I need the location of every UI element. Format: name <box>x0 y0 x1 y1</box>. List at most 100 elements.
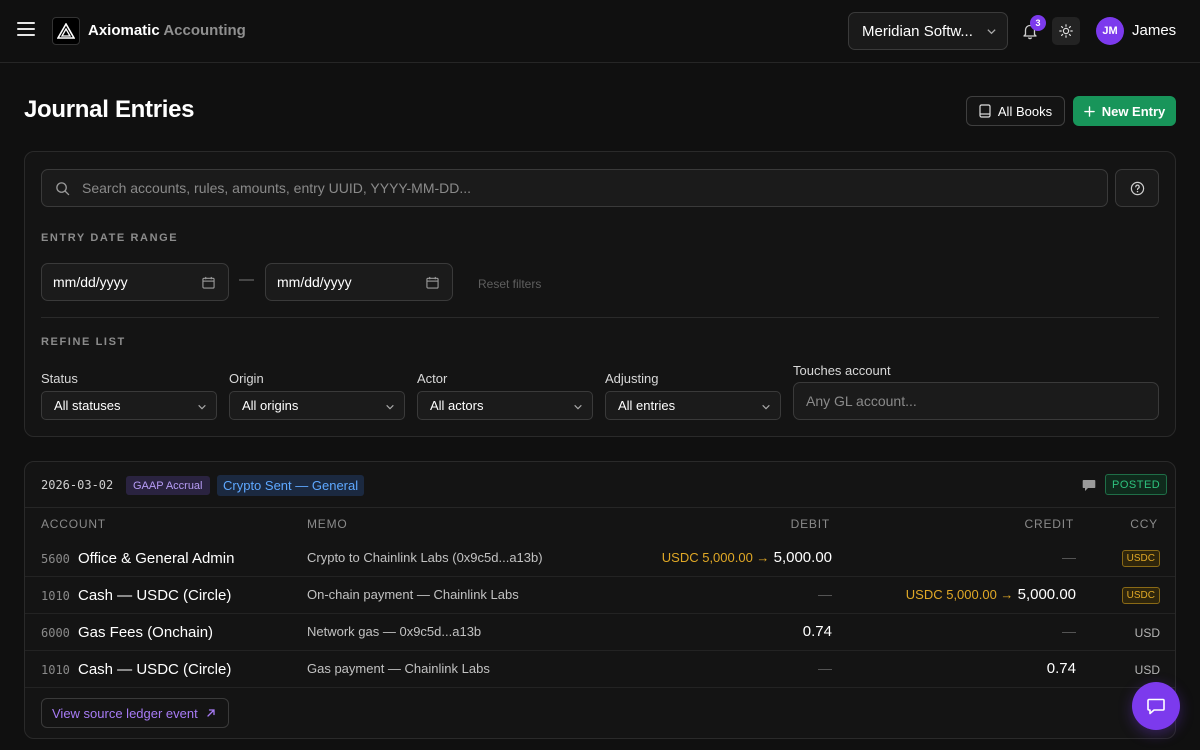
search-input[interactable] <box>82 170 1102 206</box>
chat-button[interactable] <box>1132 682 1180 730</box>
debit-amount: — <box>818 586 832 602</box>
plus-icon <box>1083 105 1095 117</box>
origin-filter-select[interactable]: All origins <box>229 391 405 420</box>
entry-date: 2026-03-02 <box>41 478 114 492</box>
account-name[interactable]: Gas Fees (Onchain) <box>78 624 213 641</box>
adjusting-filter-select[interactable]: All entries <box>605 391 781 420</box>
all-books-label: All Books <box>997 103 1053 119</box>
calendar-icon[interactable] <box>202 276 215 289</box>
actor-filter-label: Actor <box>417 371 448 386</box>
touches-account-input[interactable] <box>794 383 1158 419</box>
table-row[interactable]: 5600 Office & General Admin Crypto to Ch… <box>25 540 1175 577</box>
arrow-up-right-icon <box>207 709 215 717</box>
brand-name: Axiomatic Accounting <box>88 22 246 39</box>
touches-account-box[interactable] <box>793 382 1159 420</box>
chevron-down-icon <box>574 404 582 410</box>
chevron-down-icon <box>198 404 206 410</box>
debit-amount: 0.74 <box>802 623 832 640</box>
reset-filters-button[interactable]: Reset filters <box>478 277 541 291</box>
table-row[interactable]: 1010 Cash — USDC (Circle) On-chain payme… <box>25 577 1175 614</box>
account-code: 5600 <box>41 552 70 566</box>
date-to-input[interactable]: mm/dd/yyyy <box>265 263 453 301</box>
credit-amount: 0.74 <box>1046 660 1076 677</box>
refine-list-label: REFINE LIST <box>41 336 126 348</box>
date-to-value: mm/dd/yyyy <box>277 274 352 290</box>
avatar[interactable]: JM <box>1096 17 1124 45</box>
filter-panel: ENTRY DATE RANGE mm/dd/yyyy — mm/dd/yyyy… <box>24 151 1176 437</box>
currency-code: USD <box>1134 626 1160 640</box>
entry-tag-badge: GAAP Accrual <box>126 476 210 495</box>
new-entry-button[interactable]: New Entry <box>1073 96 1176 126</box>
memo-text: On-chain payment — Chainlink Labs <box>307 587 519 602</box>
column-header-memo: MEMO <box>307 517 348 531</box>
status-filter-value: All statuses <box>54 398 121 413</box>
brand-sub: Accounting <box>163 22 246 39</box>
view-source-ledger-event-button[interactable]: View source ledger event <box>41 698 229 728</box>
debit-amount: USDC 5,000.00 → 5,000.00 <box>662 549 832 566</box>
credit-amount: — <box>1062 623 1076 639</box>
new-entry-label: New Entry <box>1101 103 1166 119</box>
credit-fx-amount: USDC 5,000.00 → <box>905 587 1014 602</box>
comment-icon[interactable] <box>1082 479 1096 492</box>
account-name[interactable]: Cash — USDC (Circle) <box>78 661 231 678</box>
currency-badge: USDC <box>1121 550 1160 567</box>
table-row[interactable]: 1010 Cash — USDC (Circle) Gas payment — … <box>25 651 1175 688</box>
journal-entry-card: 2026-03-02 GAAP Accrual Crypto Sent — Ge… <box>24 461 1176 739</box>
credit-amount: — <box>1062 549 1076 565</box>
column-header-ccy: CCY <box>1130 517 1158 531</box>
currency-badge: USDC <box>1121 587 1160 604</box>
actor-filter-select[interactable]: All actors <box>417 391 593 420</box>
account-code: 6000 <box>41 626 70 640</box>
date-range-separator: — <box>239 271 254 288</box>
entry-header: 2026-03-02 GAAP Accrual Crypto Sent — Ge… <box>25 462 1175 508</box>
chevron-down-icon <box>762 404 770 410</box>
date-from-value: mm/dd/yyyy <box>53 274 128 290</box>
account-name[interactable]: Office & General Admin <box>78 550 234 567</box>
debit-value: 5,000.00 <box>773 549 832 566</box>
account-code: 1010 <box>41 663 70 677</box>
date-from-input[interactable]: mm/dd/yyyy <box>41 263 229 301</box>
sun-icon <box>1059 24 1073 38</box>
origin-filter-value: All origins <box>242 398 299 413</box>
status-filter-select[interactable]: All statuses <box>41 391 217 420</box>
table-row[interactable]: 6000 Gas Fees (Onchain) Network gas — 0x… <box>25 614 1175 651</box>
search-help-button[interactable] <box>1115 169 1159 207</box>
chat-icon <box>1147 698 1165 715</box>
adjusting-filter-value: All entries <box>618 398 676 413</box>
all-books-button[interactable]: All Books <box>966 96 1065 126</box>
book-icon <box>979 104 991 118</box>
account-code: 1010 <box>41 589 70 603</box>
axiomatic-logo-icon[interactable] <box>52 17 80 45</box>
status-badge: POSTED <box>1105 474 1168 495</box>
entry-rule-link[interactable]: Crypto Sent — General <box>217 475 365 496</box>
menu-icon[interactable] <box>17 22 35 38</box>
company-select[interactable]: Meridian Softw... <box>848 12 1008 50</box>
memo-text: Network gas — 0x9c5d...a13b <box>307 624 482 639</box>
brand-main: Axiomatic <box>88 22 160 39</box>
credit-value: 5,000.00 <box>1017 586 1076 603</box>
chevron-down-icon <box>386 404 394 410</box>
debit-amount: — <box>818 660 832 676</box>
search-box[interactable] <box>41 169 1108 207</box>
company-select-value: Meridian Softw... <box>862 22 973 40</box>
touches-account-label: Touches account <box>793 363 891 378</box>
column-header-account: ACCOUNT <box>41 517 106 531</box>
column-header-credit: CREDIT <box>1024 517 1074 531</box>
currency-code: USD <box>1134 663 1160 677</box>
user-name[interactable]: James <box>1132 22 1176 39</box>
column-header-debit: DEBIT <box>790 517 830 531</box>
divider <box>41 317 1159 318</box>
source-link-label: View source ledger event <box>52 705 198 721</box>
page-title: Journal Entries <box>24 96 195 123</box>
account-name[interactable]: Cash — USDC (Circle) <box>78 587 231 604</box>
debit-fx-amount: USDC 5,000.00 → <box>661 550 770 565</box>
memo-text: Gas payment — Chainlink Labs <box>307 661 490 676</box>
chevron-down-icon <box>987 29 996 35</box>
top-bar: Axiomatic Accounting Meridian Softw... 3… <box>0 0 1200 63</box>
actor-filter-value: All actors <box>430 398 484 413</box>
status-filter-label: Status <box>41 371 78 386</box>
credit-amount: USDC 5,000.00 → 5,000.00 <box>906 586 1076 603</box>
calendar-icon[interactable] <box>426 276 439 289</box>
date-range-label: ENTRY DATE RANGE <box>41 232 179 244</box>
theme-toggle-button[interactable] <box>1052 17 1080 45</box>
